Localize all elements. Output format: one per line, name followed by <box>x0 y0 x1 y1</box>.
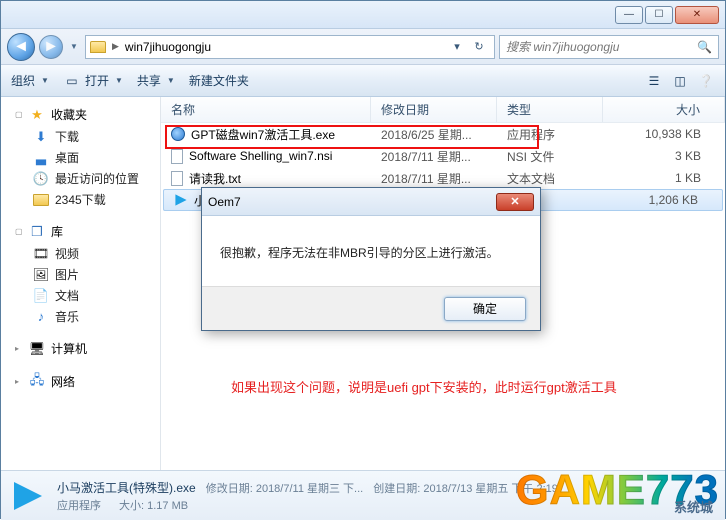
details-file-icon <box>11 479 45 513</box>
details-filename: 小马激活工具(特殊型).exe <box>57 481 196 495</box>
search-icon[interactable]: 🔍 <box>697 40 712 54</box>
details-size: 1.17 MB <box>147 500 188 512</box>
expand-icon: ▸ <box>15 377 23 386</box>
sidebar-item-documents[interactable]: 📄文档 <box>1 285 160 306</box>
preview-pane-icon[interactable]: ◫ <box>671 73 689 89</box>
file-size: 3 KB <box>603 149 725 163</box>
address-dropdown-icon[interactable]: ▾ <box>446 36 468 58</box>
column-date[interactable]: 修改日期 <box>371 97 497 122</box>
favorites-group[interactable]: ▢★收藏夹 <box>1 103 160 126</box>
history-dropdown[interactable]: ▼ <box>67 33 81 61</box>
address-bar[interactable]: ▶ win7jihuogongju ▾ ↻ <box>85 35 495 59</box>
sidebar-item-recent[interactable]: 🕓最近访问的位置 <box>1 168 160 189</box>
view-options-icon[interactable]: ☰ <box>645 73 663 89</box>
sidebar-item-2345[interactable]: 2345下载 <box>1 189 160 210</box>
back-button[interactable]: ◄ <box>7 33 35 61</box>
breadcrumb-current[interactable]: win7jihuogongju <box>125 40 211 54</box>
exe-icon <box>171 127 185 141</box>
file-type: 应用程序 <box>497 126 603 143</box>
refresh-icon[interactable]: ↻ <box>468 36 490 58</box>
search-placeholder: 搜索 win7jihuogongju <box>506 38 619 55</box>
crumb-separator-icon: ▶ <box>112 41 119 52</box>
sidebar-item-pictures[interactable]: 🖼图片 <box>1 264 160 285</box>
file-row[interactable]: Software Shelling_win7.nsi 2018/7/11 星期..… <box>161 145 725 167</box>
window-titlebar: — ☐ ✕ <box>1 1 725 29</box>
organize-menu[interactable]: 组织▼ <box>11 72 49 89</box>
txt-icon <box>171 171 183 186</box>
file-name: GPT磁盘win7激活工具.exe <box>191 126 335 143</box>
window-close-button[interactable]: ✕ <box>675 6 719 24</box>
open-button[interactable]: ▭ 打开▼ <box>63 72 123 89</box>
chevron-down-icon: ▼ <box>115 76 123 85</box>
expand-icon: ▸ <box>15 344 23 353</box>
share-menu[interactable]: 共享▼ <box>137 72 175 89</box>
network-group[interactable]: ▸🖧网络 <box>1 370 160 393</box>
folder-icon <box>90 41 106 53</box>
sidebar-item-downloads[interactable]: ⬇下载 <box>1 126 160 147</box>
maximize-button[interactable]: ☐ <box>645 6 673 24</box>
file-size: 1,206 KB <box>606 193 722 207</box>
music-icon: ♪ <box>33 309 49 325</box>
annotation-text: 如果出现这个问题，说明是uefi gpt下安装的，此时运行gpt激活工具 <box>231 377 617 396</box>
file-date: 2018/6/25 星期... <box>371 126 497 143</box>
sidebar-item-videos[interactable]: 🎞视频 <box>1 243 160 264</box>
video-icon: 🎞 <box>33 246 49 262</box>
library-icon: ❒ <box>29 224 45 240</box>
desktop-icon: ▃ <box>33 150 49 166</box>
folder-icon <box>33 194 49 206</box>
file-name: 请读我.txt <box>189 170 241 187</box>
computer-group[interactable]: ▸🖥计算机 <box>1 337 160 360</box>
command-toolbar: 组织▼ ▭ 打开▼ 共享▼ 新建文件夹 ☰ ◫ ❔ <box>1 65 725 97</box>
chevron-down-icon: ▼ <box>41 76 49 85</box>
column-headers: 名称 修改日期 类型 大小 <box>161 97 725 123</box>
collapse-icon: ▢ <box>15 227 23 236</box>
file-type: 文本文档 <box>497 170 603 187</box>
recent-icon: 🕓 <box>33 171 49 187</box>
dialog-titlebar[interactable]: Oem7 ✕ <box>202 188 540 216</box>
navigation-tree: ▢★收藏夹 ⬇下载 ▃桌面 🕓最近访问的位置 2345下载 ▢❒库 🎞视频 🖼图… <box>1 97 161 470</box>
forward-button[interactable]: ► <box>39 35 63 59</box>
picture-icon: 🖼 <box>33 267 49 283</box>
file-row[interactable]: 请读我.txt 2018/7/11 星期...文本文档1 KB <box>161 167 725 189</box>
sidebar-item-desktop[interactable]: ▃桌面 <box>1 147 160 168</box>
error-dialog: Oem7 ✕ 很抱歉，程序无法在非MBR引导的分区上进行激活。 确定 <box>201 187 541 331</box>
network-icon: 🖧 <box>29 374 45 390</box>
download-icon: ⬇ <box>33 129 49 145</box>
help-icon[interactable]: ❔ <box>697 73 715 89</box>
document-icon: 📄 <box>33 288 49 304</box>
file-row[interactable]: GPT磁盘win7激活工具.exe 2018/6/25 星期...应用程序10,9… <box>161 123 725 145</box>
computer-icon: 🖥 <box>29 341 45 357</box>
search-input[interactable]: 搜索 win7jihuogongju 🔍 <box>499 35 719 59</box>
file-size: 1 KB <box>603 171 725 185</box>
chevron-down-icon: ▼ <box>167 76 175 85</box>
details-filetype: 应用程序 <box>57 497 101 513</box>
dialog-footer: 确定 <box>202 286 540 330</box>
minimize-button[interactable]: — <box>615 6 643 24</box>
nsi-icon <box>171 149 183 164</box>
file-type: NSI 文件 <box>497 148 603 165</box>
star-icon: ★ <box>29 107 45 123</box>
dialog-message: 很抱歉，程序无法在非MBR引导的分区上进行激活。 <box>202 216 540 286</box>
sidebar-item-music[interactable]: ♪音乐 <box>1 306 160 327</box>
libraries-group[interactable]: ▢❒库 <box>1 220 160 243</box>
column-name[interactable]: 名称 <box>161 97 371 122</box>
file-date: 2018/7/11 星期... <box>371 170 497 187</box>
column-type[interactable]: 类型 <box>497 97 603 122</box>
collapse-icon: ▢ <box>15 110 23 119</box>
navigation-bar: ◄ ► ▼ ▶ win7jihuogongju ▾ ↻ 搜索 win7jihuo… <box>1 29 725 65</box>
file-size: 10,938 KB <box>603 127 725 141</box>
dialog-close-button[interactable]: ✕ <box>496 193 534 211</box>
dialog-ok-button[interactable]: 确定 <box>444 297 526 321</box>
column-size[interactable]: 大小 <box>603 97 725 122</box>
open-icon: ▭ <box>63 73 81 89</box>
new-folder-button[interactable]: 新建文件夹 <box>189 72 249 89</box>
details-pane: 小马激活工具(特殊型).exe 修改日期: 2018/7/11 星期三 下...… <box>1 470 725 520</box>
app-icon <box>175 194 186 205</box>
dialog-title-text: Oem7 <box>208 195 241 209</box>
file-name: Software Shelling_win7.nsi <box>189 149 332 163</box>
file-date: 2018/7/11 星期... <box>371 148 497 165</box>
